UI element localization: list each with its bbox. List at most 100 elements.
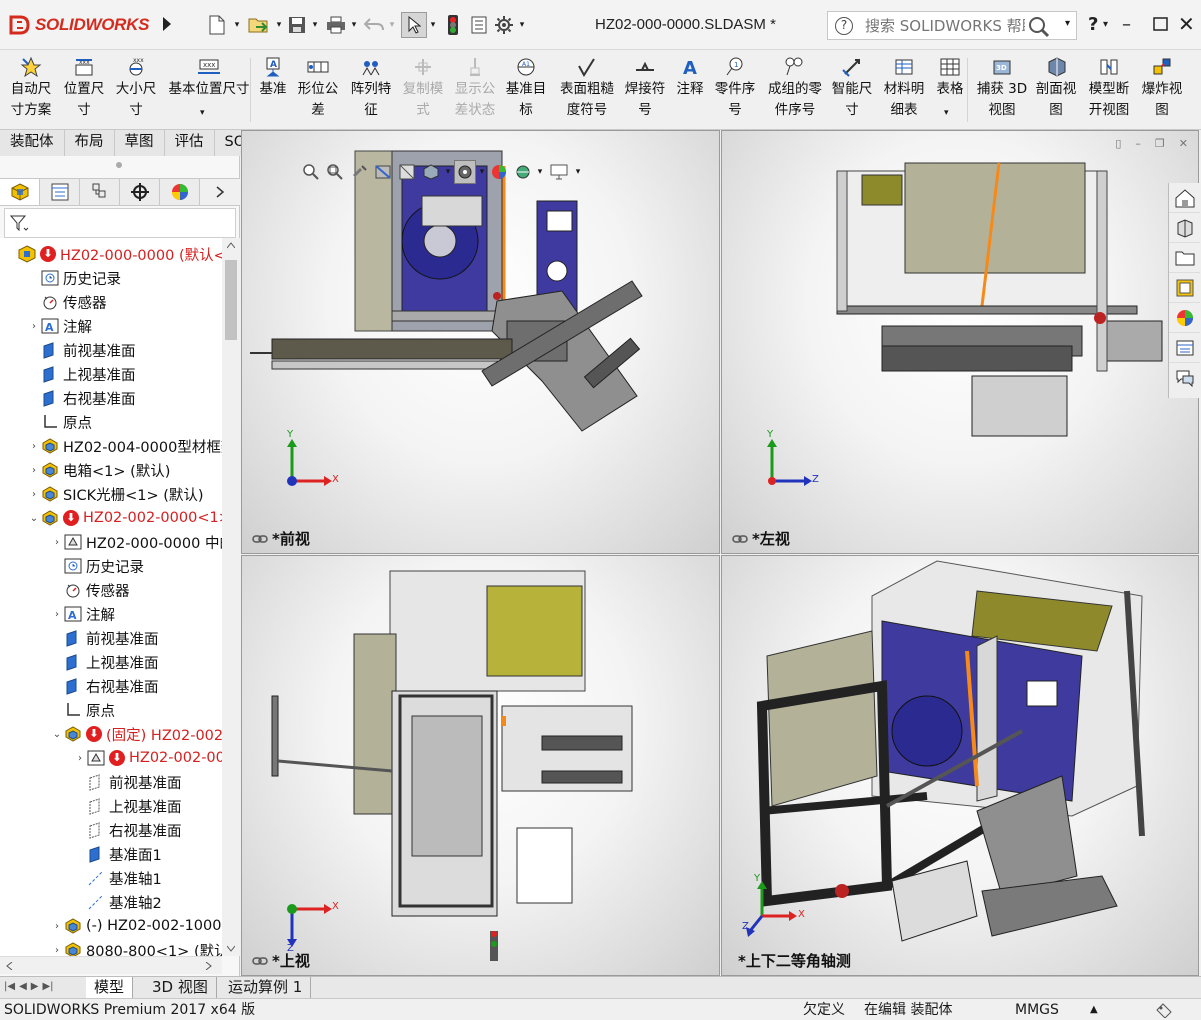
expand-toggle-icon[interactable]: › <box>50 609 64 620</box>
tree-node[interactable]: › HZ02-000-0000 中的 <box>0 530 222 554</box>
viewport-link-icon[interactable] <box>252 956 268 966</box>
tree-scroll-thumb[interactable] <box>225 260 237 340</box>
solidworks-resources-icon[interactable] <box>1169 183 1200 213</box>
tab-3[interactable]: 评估 <box>164 130 215 156</box>
save-dropdown-icon[interactable]: ▾ <box>310 12 320 38</box>
expand-toggle-icon[interactable]: › <box>50 921 64 932</box>
viewport-top[interactable]: Z X *上视 <box>241 555 720 976</box>
filter-icon[interactable] <box>10 215 30 233</box>
bottom-tab-2[interactable]: 运动算例 1 <box>220 977 312 999</box>
rebuild-traffic-light-icon[interactable] <box>443 12 463 38</box>
tree-node[interactable]: 基准轴2 <box>0 890 162 914</box>
view-settings-dropdown-icon[interactable]: ▾ <box>574 160 582 184</box>
open-dropdown-icon[interactable]: ▾ <box>274 12 284 38</box>
open-file-icon[interactable] <box>246 12 272 38</box>
prev-tab-icon[interactable]: ◀ <box>19 981 27 992</box>
first-tab-icon[interactable]: |◀ <box>4 981 15 992</box>
viewport-left[interactable]: Y Z ▯ – ❐ ✕ *左视 <box>721 130 1199 554</box>
toolbar-button-stacked-balloon[interactable]: 成组的零 件序号 <box>764 54 826 126</box>
tree-node[interactable]: 基准面1 <box>0 842 162 866</box>
help-dropdown-icon[interactable]: ▾ <box>1103 19 1108 30</box>
zoom-to-fit-icon[interactable] <box>300 160 322 184</box>
print-icon[interactable] <box>324 12 348 38</box>
new-dropdown-icon[interactable]: ▾ <box>232 12 242 38</box>
scroll-up-icon[interactable] <box>227 242 235 250</box>
toolbar-button-auto-dimension[interactable]: 自动尺 寸方案 <box>8 54 54 126</box>
tree-node[interactable]: 前视基准面 <box>0 338 136 362</box>
toolbar-button-location-dimension[interactable]: xxx 位置尺 寸 <box>60 54 108 126</box>
expand-toggle-icon[interactable]: › <box>73 753 87 764</box>
toolbar-button-bom[interactable]: 材料明 细表 <box>882 54 926 126</box>
tree-vertical-scrollbar[interactable] <box>222 238 240 956</box>
scroll-left-icon[interactable] <box>6 962 14 970</box>
solidworks-logo[interactable]: SOLID WORKS <box>8 12 149 38</box>
tree-node[interactable]: › 8080-800<1> (默认) <box>0 938 222 956</box>
custom-properties-icon[interactable] <box>1169 333 1200 363</box>
file-properties-icon[interactable] <box>468 12 490 38</box>
display-style-dropdown-icon[interactable]: ▾ <box>478 160 486 184</box>
tree-node[interactable]: 历史记录 <box>0 266 121 290</box>
toolbar-button-capture-3d-view[interactable]: 3D 捕获 3D 视图 <box>975 54 1029 126</box>
tab-2[interactable]: 草图 <box>114 130 165 156</box>
tree-node[interactable]: 原点 <box>0 698 115 722</box>
toolbar-button-balloon[interactable]: 1 零件序 号 <box>712 54 758 126</box>
toolbar-button-pattern-feature[interactable]: 阵列特 征 <box>348 54 394 126</box>
tree-filter-box[interactable] <box>4 208 236 238</box>
toolbar-button-geometric-tolerance[interactable]: 形位公 差 <box>296 54 340 126</box>
tree-node[interactable]: › HZ02-004-0000型材框架 <box>0 434 222 458</box>
tree-node[interactable]: › SICK光栅<1> (默认) <box>0 482 204 506</box>
toolbar-button-model-break-view[interactable]: 模型断 开视图 <box>1087 54 1131 126</box>
expand-toggle-icon[interactable]: › <box>50 945 64 956</box>
status-units[interactable]: MMGS <box>1015 999 1059 1020</box>
bottom-tab-0[interactable]: 模型 <box>86 977 134 999</box>
tab-1[interactable]: 布局 <box>64 130 115 156</box>
tree-node[interactable]: 右视基准面 <box>0 386 136 410</box>
dimxpert-manager-tab-icon[interactable] <box>120 178 160 206</box>
toolbar-button-weld-symbol[interactable]: 焊接符 号 <box>622 54 668 126</box>
viewport-link-views-icon[interactable]: ▯ <box>1115 137 1121 150</box>
toolbar-button-show-tolerance-status[interactable]: 显示公 差状态 <box>452 54 498 126</box>
configuration-manager-tab-icon[interactable] <box>80 178 120 206</box>
viewport-front[interactable]: Y X *前视 <box>241 130 720 554</box>
tree-node[interactable]: › ⬇HZ02-002-000 <box>0 746 222 770</box>
undo-icon[interactable] <box>362 12 386 38</box>
apply-scene-icon[interactable] <box>512 160 534 184</box>
view-orientation-dropdown-icon[interactable]: ▾ <box>444 160 452 184</box>
viewport-link-icon[interactable] <box>252 534 268 544</box>
scroll-down-icon[interactable] <box>227 944 235 952</box>
customize-status-icon[interactable] <box>1155 1002 1173 1018</box>
view-palette-icon[interactable] <box>1169 273 1200 303</box>
tree-node[interactable]: › 电箱<1> (默认) <box>0 458 170 482</box>
select-dropdown-icon[interactable]: ▾ <box>428 12 438 38</box>
basic-location-dimension-dropdown-icon[interactable]: ▾ <box>200 108 205 118</box>
tree-node[interactable]: › (-) HZ02-002-1000< <box>0 914 222 938</box>
toolbar-button-datum[interactable]: A 基准 <box>258 54 288 126</box>
viewport-isometric[interactable]: Y X Z *上下二等角轴测 <box>721 555 1199 976</box>
scroll-right-icon[interactable] <box>204 962 212 970</box>
tree-node[interactable]: 历史记录 <box>0 554 144 578</box>
solidworks-forum-icon[interactable] <box>1169 363 1200 393</box>
property-manager-tab-icon[interactable] <box>40 178 80 206</box>
tree-node[interactable]: ⌄ ⬇ HZ02-002-0000<1> <box>0 506 222 530</box>
options-gear-icon[interactable] <box>492 12 516 38</box>
tree-node[interactable]: 原点 <box>0 410 92 434</box>
table-dropdown-icon[interactable]: ▾ <box>944 108 949 118</box>
tree-node[interactable]: 前视基准面 <box>0 770 182 794</box>
design-library-icon[interactable] <box>1169 213 1200 243</box>
tree-node[interactable]: › A 注解 <box>0 314 92 338</box>
tree-node[interactable]: 上视基准面 <box>0 794 182 818</box>
expand-toggle-icon[interactable]: ⌄ <box>27 513 41 524</box>
toolbar-button-basic-location-dimension[interactable]: xxx 基本位置尺寸 <box>165 54 253 126</box>
toolbar-button-exploded-view[interactable]: 爆炸视 图 <box>1140 54 1184 126</box>
view-settings-icon[interactable] <box>546 160 572 184</box>
view-orientation-icon[interactable] <box>420 160 442 184</box>
tree-node[interactable]: 基准轴1 <box>0 866 162 890</box>
tree-node[interactable]: 右视基准面 <box>0 818 182 842</box>
toolbar-button-section-view[interactable]: 剖面视 图 <box>1033 54 1079 126</box>
feature-manager-tab-icon[interactable] <box>0 178 40 206</box>
search-icon[interactable] <box>1028 16 1050 38</box>
tree-node[interactable]: ⬇ HZ02-000-0000 (默认< <box>0 242 222 266</box>
viewport-restore-icon[interactable]: ❐ <box>1155 137 1165 150</box>
tree-horizontal-scrollbar[interactable] <box>0 956 222 974</box>
help-button[interactable]: ? <box>1088 14 1098 35</box>
